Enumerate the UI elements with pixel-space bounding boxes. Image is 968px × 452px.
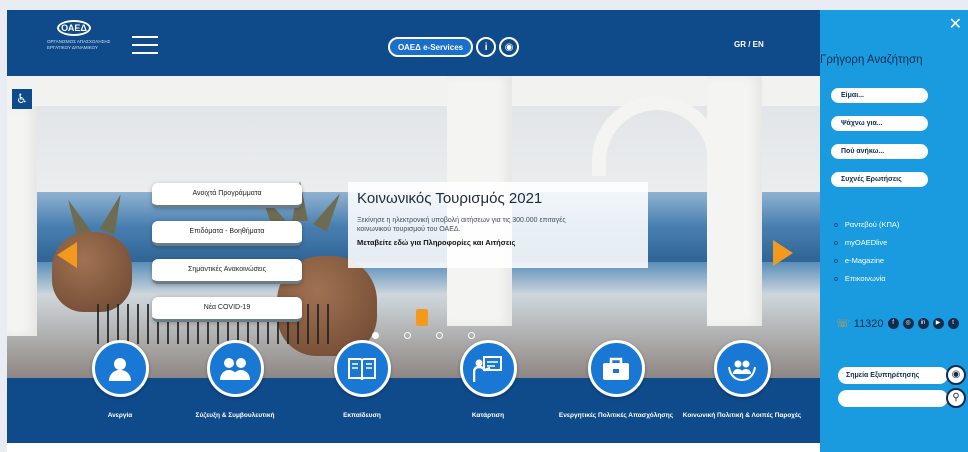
hero-pillar <box>7 106 37 336</box>
site-header: ΟΑΕΔ ΟΡΓΑΝΙΣΜΟΣ ΑΠΑΣΧΟΛΗΣΗΣ ΕΡΓΑΤΙΚΟΥ ΔΥ… <box>7 10 820 76</box>
main-site: ΟΑΕΔ ΟΡΓΑΝΙΣΜΟΣ ΑΠΑΣΧΟΛΗΣΗΣ ΕΡΓΑΤΙΚΟΥ ΔΥ… <box>7 10 820 452</box>
hero-roof <box>7 76 820 106</box>
close-icon[interactable]: ✕ <box>949 14 962 34</box>
accessibility-icon[interactable]: ♿ <box>12 89 32 109</box>
slide-feed-icon[interactable] <box>416 309 428 326</box>
promo-link[interactable]: Μεταβείτε εδώ για Πληροφορίες και Αιτήσε… <box>357 238 639 247</box>
people-icon <box>206 340 264 397</box>
menu-hamburger-icon[interactable] <box>132 36 158 56</box>
slider-dots <box>372 332 475 339</box>
link-emagazine[interactable]: e-Magazine <box>834 256 899 265</box>
link-appointment[interactable]: Ραντεβού (ΚΠΑ) <box>834 220 899 229</box>
hero-arch <box>592 96 722 176</box>
eservices-group: ΟΑΕΔ e-Services i ◉ <box>388 36 520 58</box>
service-social-policy[interactable]: Κοινωνική Πολιτική & Λοιπές Παροχές <box>682 340 802 420</box>
hero-pillar <box>707 76 762 326</box>
slider-dot[interactable] <box>404 332 411 339</box>
service-label: Ενεργητικές Πολιτικές Απασχόλησης <box>558 412 674 419</box>
service-label: Ανεργία <box>107 412 133 419</box>
slider-dot[interactable] <box>436 332 443 339</box>
quick-search-i-am[interactable]: Είμαι... <box>831 88 928 103</box>
location-pin-icon[interactable]: ◉ <box>946 365 966 385</box>
book-icon <box>333 340 391 397</box>
quick-link-benefits[interactable]: Επιδόματα - Βοηθήματα <box>152 221 302 246</box>
info-icon[interactable]: i <box>476 37 497 57</box>
quick-search-belong[interactable]: Πού ανήκω... <box>831 144 928 159</box>
search-input[interactable] <box>838 390 948 407</box>
link-myoaedlive[interactable]: myOAEDlive <box>834 238 899 247</box>
slider-next-arrow-icon[interactable] <box>773 240 793 266</box>
slider-prev-arrow-icon[interactable] <box>57 242 77 268</box>
service-matching[interactable]: Σύζευξη & Συμβουλευτική <box>175 340 295 420</box>
quick-search-panel: ✕ Γρήγορη Αναζήτηση Είμαι... Ψάχνω για..… <box>820 10 968 452</box>
quick-search-title: Γρήγορη Αναζήτηση <box>820 54 923 66</box>
quick-search-looking-for[interactable]: Ψάχνω για... <box>831 116 928 131</box>
phone-icon: ☏ <box>836 318 850 330</box>
search-icon[interactable]: ⚲ <box>946 388 966 408</box>
promo-description: Ξεκίνησε η ηλεκτρονική υποβολή αιτήσεων … <box>357 217 566 233</box>
presentation-icon <box>459 340 517 397</box>
logo-subtitle: ΟΡΓΑΝΙΣΜΟΣ ΑΠΑΣΧΟΛΗΣΗΣ ΕΡΓΑΤΙΚΟΥ ΔΥΝΑΜΙΚ… <box>47 39 111 50</box>
quick-search-faq[interactable]: Συχνές Ερωτήσεις <box>831 172 928 187</box>
briefcase-icon <box>587 340 645 397</box>
twitter-icon[interactable]: t <box>947 318 959 329</box>
service-label: Κατάρτιση <box>471 412 505 419</box>
quick-link-covid[interactable]: Νέα COVID-19 <box>152 297 302 322</box>
link-contact[interactable]: Επικοινωνία <box>834 274 899 283</box>
instagram-icon[interactable]: ◎ <box>902 318 914 329</box>
person-icon <box>91 340 149 397</box>
oaed-logo[interactable]: ΟΑΕΔ ΟΡΓΑΝΙΣΜΟΣ ΑΠΑΣΧΟΛΗΣΗΣ ΕΡΓΑΤΙΚΟΥ ΔΥ… <box>47 20 117 70</box>
service-unemployment[interactable]: Ανεργία <box>60 340 180 420</box>
phone-number: 11320 <box>853 317 884 330</box>
service-label: Εκπαίδευση <box>343 412 381 419</box>
service-label: Κοινωνική Πολιτική & Λοιπές Παροχές <box>682 412 802 419</box>
phone-line: ☏ 11320 f ◎ in ▶ t <box>836 317 959 330</box>
service-active-policies[interactable]: Ενεργητικές Πολιτικές Απασχόλησης <box>556 340 676 420</box>
language-switch[interactable]: GR / EN <box>734 40 764 49</box>
service-training[interactable]: Κατάρτιση <box>428 340 548 420</box>
hero-slider: Ανοιχτά Προγράμματα Επιδόματα - Βοηθήματ… <box>7 76 820 380</box>
slider-dot[interactable] <box>468 332 475 339</box>
hero-quick-links: Ανοιχτά Προγράμματα Επιδόματα - Βοηθήματ… <box>152 183 302 335</box>
linkedin-icon[interactable]: in <box>917 318 929 329</box>
camera-icon[interactable]: ◉ <box>499 37 520 57</box>
page-bottom <box>7 443 820 452</box>
quick-link-announcements[interactable]: Σημαντικές Ανακοινώσεις <box>152 259 302 284</box>
service-points-button[interactable]: Σημεία Εξυπηρέτησης <box>838 367 948 384</box>
hands-icon <box>713 340 771 397</box>
eservices-button[interactable]: ΟΑΕΔ e-Services <box>388 37 474 57</box>
quick-link-open-programs[interactable]: Ανοιχτά Προγράμματα <box>152 183 302 208</box>
service-education[interactable]: Εκπαίδευση <box>302 340 422 420</box>
logo-mark: ΟΑΕΔ <box>57 20 91 36</box>
quick-search-links: Ραντεβού (ΚΠΑ) myOAEDlive e-Magazine Επι… <box>834 220 899 292</box>
promo-card: Κοινωνικός Τουρισμός 2021 Ξεκίνησε η ηλε… <box>348 182 648 268</box>
facebook-icon[interactable]: f <box>887 318 899 329</box>
service-label: Σύζευξη & Συμβουλευτική <box>195 412 275 419</box>
promo-title: Κοινωνικός Τουρισμός 2021 <box>357 190 543 207</box>
slider-dot[interactable] <box>372 332 379 339</box>
youtube-icon[interactable]: ▶ <box>932 318 944 329</box>
